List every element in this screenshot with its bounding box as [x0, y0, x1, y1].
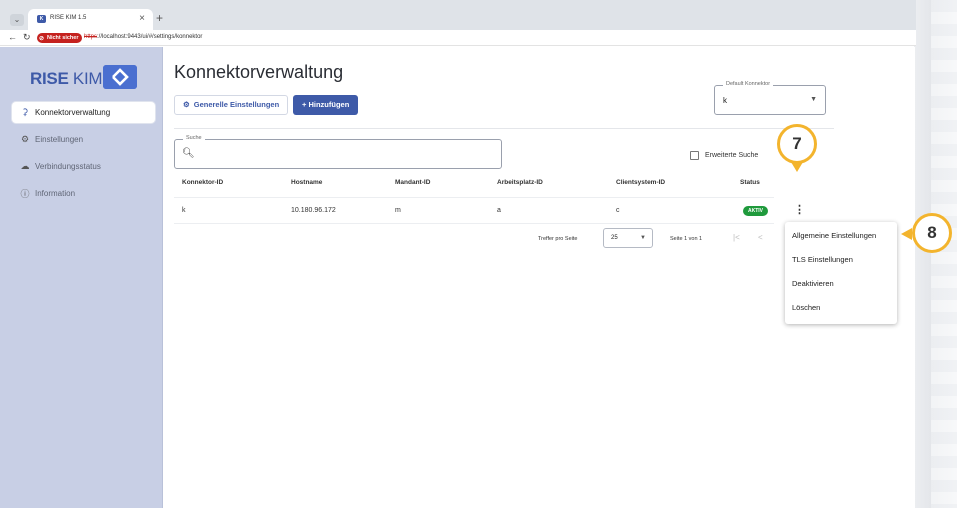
pager-label: Treffer pro Seite — [538, 236, 578, 242]
search-field[interactable]: Suche 🔍︎ — [174, 135, 502, 169]
connector-icon: ⚳ — [21, 107, 29, 117]
cell-mandant-id: m — [395, 207, 401, 214]
column-header-hostname[interactable]: Hostname — [291, 179, 322, 186]
right-edge-fade — [914, 0, 957, 508]
cloud-icon: ☁ — [20, 161, 30, 171]
tab-title: RISE KIM 1.5 — [50, 15, 87, 21]
sidebar-item-label: Verbindungsstatus — [35, 162, 101, 171]
url-text[interactable]: https://localhost:9443/ui/#/settings/kon… — [84, 34, 202, 40]
menu-item-tls-settings[interactable]: TLS Einstellungen — [785, 248, 897, 272]
sidebar-item-einstellungen[interactable]: ⚙ Einstellungen — [12, 129, 155, 150]
browser-tab[interactable]: K RISE KIM 1.5 × — [28, 9, 153, 30]
advanced-search-checkbox[interactable] — [690, 151, 699, 160]
row-divider — [174, 223, 774, 224]
cell-hostname: 10.180.96.172 — [291, 207, 336, 214]
gear-icon: ⚙ — [183, 100, 190, 109]
not-secure-label: Nicht sicher — [47, 35, 79, 41]
header-divider — [174, 197, 774, 198]
sidebar-item-label: Konnektorverwaltung — [35, 108, 111, 117]
right-edge-pattern — [931, 0, 957, 508]
favicon-icon: K — [37, 15, 46, 23]
row-context-menu: Allgemeine Einstellungen TLS Einstellung… — [785, 222, 897, 324]
logo-light: KIM — [68, 69, 103, 88]
sidebar-item-information[interactable]: ⓘ Information — [12, 183, 155, 204]
browser-tabbar: ⌄ K RISE KIM 1.5 × + — [0, 0, 916, 30]
divider — [174, 128, 834, 129]
search-input[interactable] — [197, 148, 487, 162]
per-page-value: 25 — [611, 235, 618, 241]
cell-clientsystem-id: c — [616, 207, 620, 214]
column-header-status[interactable]: Status — [740, 179, 760, 186]
column-header-konnektor-id[interactable]: Konnektor-ID — [182, 179, 223, 186]
menu-item-general-settings[interactable]: Allgemeine Einstellungen — [785, 224, 897, 248]
logo-text: RISE KIM — [30, 69, 103, 89]
menu-item-delete[interactable]: Löschen — [785, 296, 897, 320]
url-path: ://localhost:9443/ui/#/settings/konnekto… — [97, 34, 203, 40]
general-settings-label: Generelle Einstellungen — [193, 100, 280, 109]
previous-page-icon[interactable]: < — [758, 233, 763, 242]
back-arrow-icon[interactable]: ← — [8, 32, 17, 42]
logo-bold: RISE — [30, 69, 69, 88]
cell-arbeitsplatz-id: a — [497, 207, 501, 214]
address-bar[interactable]: ← ↻ ⊘ Nicht sicher https://localhost:9443… — [0, 30, 916, 46]
callout-step-8: 8 — [912, 213, 952, 253]
cell-konnektor-id: k — [182, 207, 186, 214]
logo-diamond-icon — [103, 65, 137, 89]
default-connector-legend: Default Konnektor — [723, 81, 774, 87]
sidebar-item-label: Information — [35, 189, 76, 198]
people-settings-icon: ⚙ — [20, 134, 30, 144]
reload-icon[interactable]: ↻ — [23, 32, 31, 43]
info-icon: ⓘ — [20, 189, 30, 199]
warning-icon: ⊘ — [39, 36, 45, 42]
search-icon: 🔍︎ — [182, 148, 195, 159]
row-menu-kebab-icon[interactable]: ⋮ — [794, 202, 805, 218]
add-button[interactable]: + Hinzufügen — [293, 95, 359, 115]
sidebar: RISE KIM ⚳ Konnektorverwaltung ⚙ Einstel… — [0, 47, 163, 508]
column-header-clientsystem-id[interactable]: Clientsystem-ID — [616, 179, 665, 186]
sidebar-nav: ⚳ Konnektorverwaltung ⚙ Einstellungen ☁ … — [12, 102, 155, 210]
not-secure-badge[interactable]: ⊘ Nicht sicher — [37, 33, 83, 43]
general-settings-button[interactable]: ⚙ Generelle Einstellungen — [174, 95, 289, 115]
tab-close-icon[interactable]: × — [139, 13, 145, 24]
caret-down-icon: ▼ — [640, 235, 646, 241]
new-tab-plus-icon[interactable]: + — [156, 11, 163, 25]
column-header-arbeitsplatz-id[interactable]: Arbeitsplatz-ID — [497, 179, 543, 186]
callout-8-pointer — [901, 228, 912, 240]
per-page-select[interactable]: 25 ▼ — [603, 228, 653, 248]
advanced-search-label: Erweiterte Suche — [705, 152, 759, 159]
default-connector-value: k — [723, 96, 727, 105]
first-page-icon[interactable]: |< — [733, 233, 740, 242]
search-legend: Suche — [183, 135, 205, 141]
callout-7-pointer — [791, 162, 803, 172]
tab-list-chevron-icon[interactable]: ⌄ — [10, 14, 24, 26]
sidebar-item-label: Einstellungen — [35, 135, 84, 144]
sidebar-item-konnektorverwaltung[interactable]: ⚳ Konnektorverwaltung — [12, 102, 155, 123]
page-title: Konnektorverwaltung — [174, 62, 344, 82]
page-info: Seite 1 von 1 — [670, 236, 703, 242]
column-header-mandant-id[interactable]: Mandant-ID — [395, 179, 430, 186]
default-connector-select[interactable]: Default Konnektor k ▼ — [714, 81, 826, 115]
callout-step-7: 7 — [777, 124, 817, 164]
url-scheme: https — [84, 34, 98, 40]
caret-down-icon: ▼ — [810, 96, 817, 103]
status-badge: AKTIV — [743, 206, 768, 216]
sidebar-item-verbindungsstatus[interactable]: ☁ Verbindungsstatus — [12, 156, 155, 177]
menu-item-deactivate[interactable]: Deaktivieren — [785, 272, 897, 296]
